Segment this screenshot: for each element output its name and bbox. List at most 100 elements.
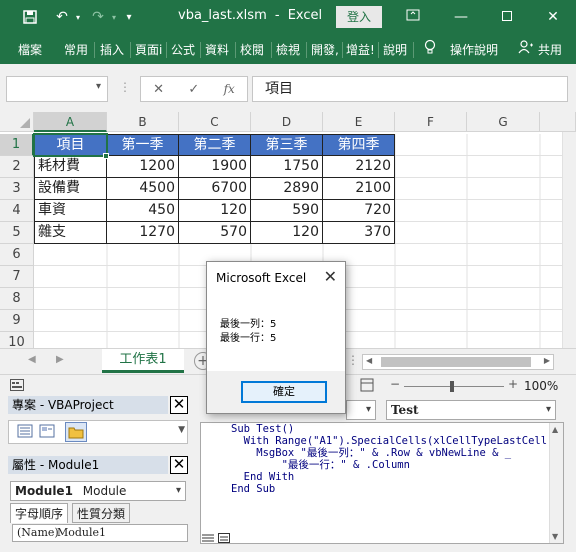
minimize-icon[interactable]: —	[446, 4, 476, 30]
column-header[interactable]: A	[34, 112, 107, 132]
redo-dropdown-icon[interactable]: ▾	[108, 6, 120, 28]
table-header-cell[interactable]: 第二季	[179, 134, 251, 156]
object-selector[interactable]: Module1 Module ▾	[10, 481, 186, 501]
property-value[interactable]: Module1	[57, 525, 106, 541]
table-header-cell[interactable]: 第四季	[323, 134, 395, 156]
code-line[interactable]: MsgBox "最後一列：" & .Row & vbNewLine & _	[231, 447, 511, 459]
close-project-pane-icon[interactable]: ✕	[170, 396, 188, 414]
view-code-icon[interactable]	[17, 424, 35, 440]
table-cell[interactable]: 1270	[107, 222, 179, 244]
share-button[interactable]: 共用	[538, 41, 562, 58]
row-header[interactable]: 4	[0, 200, 34, 222]
customize-qat-icon[interactable]: ▾	[122, 6, 136, 28]
undo-dropdown-icon[interactable]: ▾	[72, 6, 84, 28]
fill-handle[interactable]	[103, 153, 109, 159]
zoom-slider[interactable]	[404, 386, 504, 387]
column-header[interactable]: C	[179, 112, 251, 132]
maximize-icon[interactable]	[492, 4, 522, 30]
tab-data[interactable]: 資料	[205, 41, 229, 58]
table-cell[interactable]: 耗材費	[34, 156, 107, 178]
tab-file[interactable]: 檔案	[18, 41, 42, 58]
row-header[interactable]: 8	[0, 288, 34, 310]
close-icon[interactable]: ✕	[324, 267, 337, 286]
enter-formula-icon[interactable]: ✓	[188, 82, 199, 97]
resize-handle-icon[interactable]: ⋮	[119, 80, 131, 94]
column-header-partial[interactable]	[540, 112, 576, 132]
tab-formulas[interactable]: 公式	[171, 41, 195, 58]
zoom-out-icon[interactable]: −	[390, 377, 400, 391]
zoom-level[interactable]: 100%	[524, 379, 558, 393]
formula-input[interactable]: 項目	[252, 76, 568, 102]
scroll-left-icon[interactable]: ◀	[366, 356, 372, 365]
tab-page-layout[interactable]: 頁面i	[135, 41, 162, 58]
name-box[interactable]: ▾	[6, 76, 108, 102]
table-cell[interactable]: 1900	[179, 156, 251, 178]
code-line[interactable]: Sub Test()	[231, 423, 294, 435]
code-line[interactable]: End Sub	[231, 483, 275, 495]
table-cell[interactable]: 590	[251, 200, 323, 222]
procedure-selector[interactable]: Test ▾	[386, 400, 556, 420]
code-vertical-scrollbar[interactable]: ▲ ▼	[549, 423, 563, 543]
table-cell[interactable]: 2120	[323, 156, 395, 178]
undo-icon[interactable]: ↶	[50, 6, 74, 28]
scroll-right-icon[interactable]: ▶	[544, 356, 550, 365]
property-row-name[interactable]: (Name) Module1	[12, 524, 188, 542]
code-window[interactable]: Sub Test() With Range("A1").SpecialCells…	[200, 422, 564, 544]
row-header[interactable]: 9	[0, 310, 34, 332]
column-header[interactable]: D	[251, 112, 323, 132]
table-cell[interactable]: 設備費	[34, 178, 107, 200]
table-header-cell[interactable]: 第三季	[251, 134, 323, 156]
table-cell[interactable]: 6700	[179, 178, 251, 200]
share-icon[interactable]	[518, 40, 534, 57]
tab-view[interactable]: 檢視	[276, 41, 300, 58]
next-sheet-icon[interactable]: ▶	[56, 354, 64, 365]
column-header[interactable]: E	[323, 112, 395, 132]
tab-developer[interactable]: 開發,	[311, 41, 339, 58]
prev-sheet-icon[interactable]: ◀	[28, 354, 36, 365]
column-header[interactable]: B	[107, 112, 179, 132]
table-cell[interactable]: 2100	[323, 178, 395, 200]
sheet-tab[interactable]: 工作表1	[102, 349, 184, 373]
page-layout-view-icon[interactable]	[360, 378, 374, 395]
table-cell[interactable]: 1750	[251, 156, 323, 178]
redo-icon[interactable]: ↷	[86, 6, 110, 28]
table-cell[interactable]: 370	[323, 222, 395, 244]
chevron-down-icon[interactable]: ▾	[546, 401, 551, 419]
table-cell[interactable]: 雜支	[34, 222, 107, 244]
horizontal-scrollbar[interactable]: ◀ ▶	[362, 354, 554, 370]
macro-record-icon[interactable]	[10, 379, 24, 394]
code-line[interactable]: With Range("A1").SpecialCells(xlCellType…	[231, 435, 554, 447]
table-cell[interactable]: 4500	[107, 178, 179, 200]
zoom-slider-thumb[interactable]	[450, 381, 454, 392]
toggle-folders-icon[interactable]	[65, 422, 87, 442]
tab-review[interactable]: 校閱	[240, 41, 264, 58]
row-header[interactable]: 5	[0, 222, 34, 244]
table-cell[interactable]: 120	[179, 200, 251, 222]
insert-function-icon[interactable]: fx	[224, 82, 235, 96]
save-icon[interactable]	[18, 6, 42, 28]
table-cell[interactable]: 450	[107, 200, 179, 222]
login-button[interactable]: 登入	[336, 6, 382, 28]
column-header[interactable]: F	[395, 112, 467, 132]
table-header-cell[interactable]: 項目	[34, 134, 107, 156]
table-cell[interactable]: 120	[251, 222, 323, 244]
procedure-view-icon[interactable]	[202, 532, 214, 546]
tab-insert[interactable]: 插入	[100, 41, 124, 58]
view-object-icon[interactable]	[39, 424, 57, 440]
ok-button[interactable]: 確定	[241, 381, 327, 403]
table-cell[interactable]: 2890	[251, 178, 323, 200]
row-header[interactable]: 2	[0, 156, 34, 178]
row-header[interactable]: 6	[0, 244, 34, 266]
chevron-down-icon[interactable]: ▾	[366, 401, 371, 419]
tab-alphabetic[interactable]: 字母順序	[10, 503, 69, 523]
code-line[interactable]: End With	[231, 471, 295, 483]
scroll-down-icon[interactable]: ▼	[178, 425, 185, 435]
close-properties-pane-icon[interactable]: ✕	[170, 456, 188, 474]
full-module-view-icon[interactable]	[218, 532, 230, 546]
tab-home[interactable]: 常用	[64, 41, 88, 58]
general-selector[interactable]: ▾	[346, 400, 376, 420]
scroll-up-icon[interactable]: ▲	[552, 425, 558, 434]
table-cell[interactable]: 570	[179, 222, 251, 244]
splitter[interactable]	[188, 396, 196, 552]
zoom-in-icon[interactable]: +	[508, 377, 518, 391]
